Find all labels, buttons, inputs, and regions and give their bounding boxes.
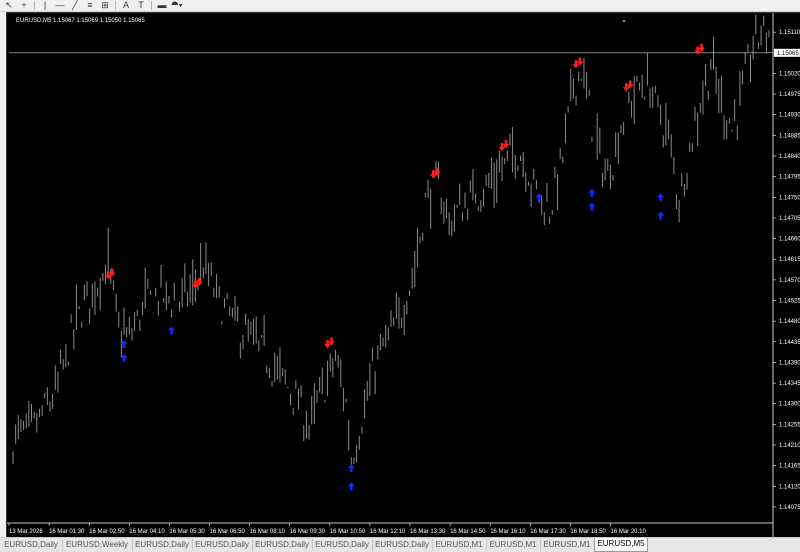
chart-tabs: EURUSD,Daily EURUSD,Weekly EURUSD,Daily EUR… bbox=[0, 537, 800, 552]
vertical-line-icon[interactable]: | bbox=[38, 0, 52, 11]
time-tick-label: 16 Mar 09:30 bbox=[290, 529, 326, 535]
time-tick-label: 16 Mar 12:10 bbox=[370, 529, 406, 535]
chart-tab[interactable]: EURUSD,M1 bbox=[486, 539, 541, 551]
fibonacci-icon[interactable]: ⊞ bbox=[98, 0, 112, 11]
price-tick-label: 1.14525 bbox=[779, 299, 800, 305]
current-price-label: 1.15065 bbox=[777, 51, 799, 57]
crosshair-icon[interactable]: + bbox=[17, 0, 31, 11]
drawing-toolbar: ↖ + | — ╱ ≡ ⊞ A T ▬ ⯊▾ bbox=[0, 0, 800, 12]
time-tick-label: 16 Mar 06:50 bbox=[210, 529, 246, 535]
toolbar-separator bbox=[34, 1, 35, 10]
price-tick-label: 1.14435 bbox=[779, 340, 800, 346]
price-tick-label: 1.14750 bbox=[779, 195, 800, 201]
time-tick-label: 16 Mar 20:10 bbox=[611, 529, 647, 535]
time-tick-label: 16 Mar 04:10 bbox=[129, 529, 165, 535]
price-tick-label: 1.14570 bbox=[779, 278, 800, 284]
price-tick-label: 1.14255 bbox=[779, 422, 800, 428]
price-tick-label: 1.14840 bbox=[779, 154, 800, 160]
toolbar-separator bbox=[151, 1, 152, 10]
chart-tab[interactable]: EURUSD,Daily bbox=[312, 539, 373, 551]
text-label-icon[interactable]: T bbox=[134, 0, 148, 11]
time-tick-label: 16 Mar 17:30 bbox=[530, 529, 566, 535]
time-tick-label: 16 Mar 14:50 bbox=[450, 529, 486, 535]
price-tick-label: 1.14795 bbox=[779, 175, 800, 181]
chart-background bbox=[7, 13, 800, 538]
shapes-menu-icon[interactable]: ⯊▾ bbox=[170, 0, 184, 11]
chart-tab-active[interactable]: EURUSD,M5 bbox=[594, 538, 648, 552]
cursor-icon[interactable]: ↖ bbox=[2, 0, 16, 11]
time-tick-label: 16 Mar 05:30 bbox=[169, 529, 205, 535]
price-tick-label: 1.14120 bbox=[779, 484, 800, 490]
price-tick-label: 1.15020 bbox=[779, 71, 800, 77]
rectangle-icon[interactable]: ▬ bbox=[155, 0, 169, 11]
horizontal-line-icon[interactable]: — bbox=[53, 0, 67, 11]
price-chart[interactable]: 1.15110 1.15020 1.14975 1.14930 1.14885 1.148… bbox=[7, 13, 800, 538]
price-tick-label: 1.14615 bbox=[779, 257, 800, 263]
time-tick-label: 16 Mar 13:30 bbox=[410, 529, 446, 535]
time-tick-label: 16 Mar 18:50 bbox=[570, 529, 606, 535]
price-tick-label: 1.14300 bbox=[779, 402, 800, 408]
price-tick-label: 1.15110 bbox=[779, 30, 800, 36]
chart-header: EURUSD,M5 1.15067 1.15069 1.15050 1.1506… bbox=[16, 18, 145, 24]
time-tick-label: 16 Mar 01:30 bbox=[49, 529, 85, 535]
time-tick-label: 16 Mar 16:10 bbox=[490, 529, 526, 535]
text-icon[interactable]: A bbox=[119, 0, 133, 11]
time-tick-label: 13 Mar 2026 bbox=[9, 529, 43, 535]
chart-tab[interactable]: EURUSD,M1 bbox=[432, 539, 487, 551]
price-tick-label: 1.14975 bbox=[779, 92, 800, 98]
channel-icon[interactable]: ≡ bbox=[83, 0, 97, 11]
price-tick-label: 1.14660 bbox=[779, 237, 800, 243]
toolbar-separator bbox=[115, 1, 116, 10]
chart-tab[interactable]: EURUSD,Daily bbox=[132, 539, 193, 551]
time-tick-label: 16 Mar 02:50 bbox=[89, 529, 125, 535]
price-tick-label: 1.14705 bbox=[779, 216, 800, 222]
chart-tab[interactable]: EURUSD,Daily bbox=[252, 539, 313, 551]
chart-tab[interactable]: EURUSD,Daily bbox=[0, 539, 63, 551]
price-tick-label: 1.14390 bbox=[779, 360, 800, 366]
time-tick-label: 16 Mar 10:50 bbox=[330, 529, 366, 535]
price-tick-label: 1.14075 bbox=[779, 505, 800, 511]
price-tick-label: 1.14165 bbox=[779, 464, 800, 470]
price-tick-label: 1.14345 bbox=[779, 381, 800, 387]
chart-tab[interactable]: EURUSD,Daily bbox=[192, 539, 253, 551]
time-tick-label: 16 Mar 08:10 bbox=[250, 529, 286, 535]
price-tick-label: 1.14885 bbox=[779, 133, 800, 139]
price-tick-label: 1.14480 bbox=[779, 319, 800, 325]
chart-window[interactable]: 1.15110 1.15020 1.14975 1.14930 1.14885 1.148… bbox=[6, 12, 800, 538]
price-tick-label: 1.14930 bbox=[779, 113, 800, 119]
trendline-icon[interactable]: ╱ bbox=[68, 0, 82, 11]
chart-tab[interactable]: EURUSD,Weekly bbox=[62, 539, 133, 551]
chart-tab[interactable]: EURUSD,M1 bbox=[540, 539, 595, 551]
chart-tab[interactable]: EURUSD,Daily bbox=[372, 539, 433, 551]
price-tick-label: 1.14210 bbox=[779, 443, 800, 449]
